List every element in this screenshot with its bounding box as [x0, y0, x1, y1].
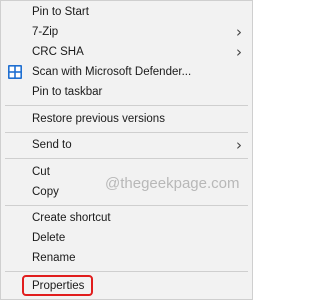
- menu-item-label: Send to: [32, 139, 72, 151]
- menu-item-scan-defender[interactable]: Scan with Microsoft Defender...: [1, 62, 252, 82]
- menu-item-label: CRC SHA: [32, 46, 84, 58]
- windows-defender-icon: [8, 65, 22, 79]
- context-menu: Pin to Start 7-Zip › CRC SHA › Scan with…: [0, 0, 253, 300]
- menu-item-label: Pin to taskbar: [32, 86, 103, 98]
- menu-separator: [5, 158, 248, 159]
- watermark: @thegeekpage.com: [105, 175, 240, 192]
- menu-item-pin-to-start[interactable]: Pin to Start: [1, 2, 252, 22]
- menu-item-restore-previous-versions[interactable]: Restore previous versions: [1, 109, 252, 129]
- menu-item-delete[interactable]: Delete: [1, 228, 252, 248]
- menu-item-label: Pin to Start: [32, 6, 89, 18]
- menu-item-label: Scan with Microsoft Defender...: [32, 66, 192, 78]
- chevron-right-icon: ›: [236, 23, 242, 41]
- menu-item-create-shortcut[interactable]: Create shortcut: [1, 208, 252, 228]
- properties-highlight-outline: [22, 275, 93, 296]
- menu-item-send-to[interactable]: Send to ›: [1, 135, 252, 155]
- menu-item-pin-to-taskbar[interactable]: Pin to taskbar: [1, 82, 252, 102]
- menu-item-label: 7-Zip: [32, 26, 59, 38]
- menu-item-label: Copy: [32, 186, 59, 198]
- menu-separator: [5, 271, 248, 272]
- menu-item-rename[interactable]: Rename: [1, 248, 252, 268]
- menu-item-label: Create shortcut: [32, 212, 111, 224]
- menu-separator: [5, 205, 248, 206]
- chevron-right-icon: ›: [236, 136, 242, 154]
- menu-item-crc-sha[interactable]: CRC SHA ›: [1, 42, 252, 62]
- menu-item-7zip[interactable]: 7-Zip ›: [1, 22, 252, 42]
- chevron-right-icon: ›: [236, 43, 242, 61]
- menu-separator: [5, 105, 248, 106]
- menu-item-label: Restore previous versions: [32, 113, 165, 125]
- menu-separator: [5, 132, 248, 133]
- menu-item-label: Delete: [32, 232, 66, 244]
- menu-item-label: Cut: [32, 166, 50, 178]
- menu-item-label: Rename: [32, 252, 76, 264]
